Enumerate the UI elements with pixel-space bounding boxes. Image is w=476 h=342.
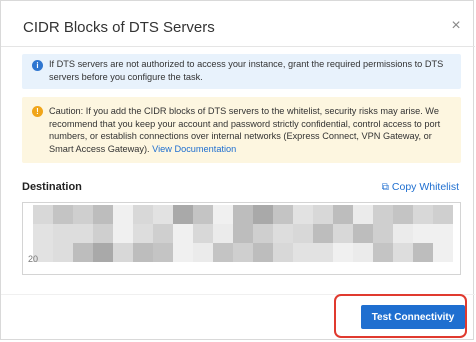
- warning-icon: !: [32, 106, 43, 117]
- info-notice: i If DTS servers are not authorized to a…: [22, 54, 461, 89]
- caution-notice: ! Caution: If you add the CIDR blocks of…: [22, 97, 461, 163]
- caution-notice-text: Caution: If you add the CIDR blocks of D…: [49, 106, 441, 154]
- info-icon: i: [32, 60, 43, 71]
- whitelist-visible-text: 20: [28, 254, 39, 264]
- info-notice-text: If DTS servers are not authorized to acc…: [49, 59, 444, 82]
- dialog-title: CIDR Blocks of DTS Servers: [23, 19, 215, 36]
- test-connectivity-button[interactable]: Test Connectivity: [361, 305, 465, 329]
- whitelist-textarea[interactable]: 20: [22, 202, 461, 275]
- header-divider: [1, 46, 475, 47]
- close-icon[interactable]: ×: [447, 17, 465, 35]
- cidr-dialog: CIDR Blocks of DTS Servers × i If DTS se…: [0, 0, 475, 340]
- copy-icon: ⧉: [381, 182, 389, 193]
- copy-whitelist-link[interactable]: ⧉ Copy Whitelist: [382, 181, 459, 193]
- copy-whitelist-label: Copy Whitelist: [391, 181, 459, 193]
- redacted-ip-list: [33, 205, 453, 265]
- destination-label: Destination: [22, 181, 82, 193]
- view-documentation-link[interactable]: View Documentation: [152, 144, 236, 154]
